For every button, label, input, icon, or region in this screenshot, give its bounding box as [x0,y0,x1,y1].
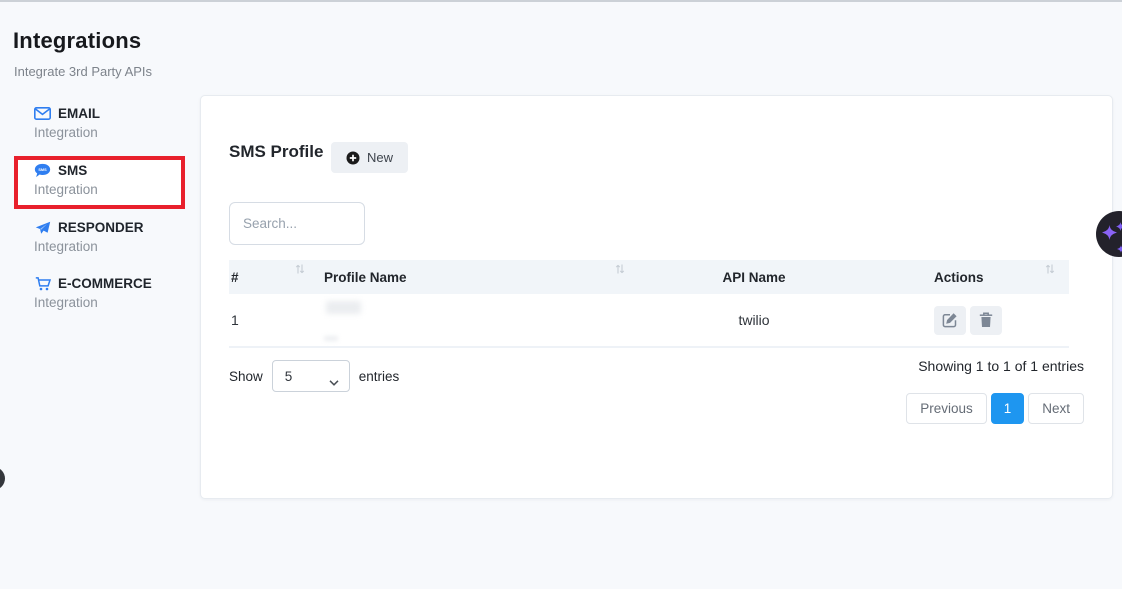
header-label: # [231,270,239,285]
sparkle-icon-tiny [1117,240,1122,257]
sidebar-item-title: EMAIL [34,106,189,121]
entries-label: entries [359,369,400,384]
paper-plane-icon [34,221,51,235]
page-size-value: 5 [285,369,293,384]
sparkle-icon-small [1116,218,1122,236]
page-subtitle: Integrate 3rd Party APIs [14,64,152,79]
header-actions[interactable]: Actions [869,260,1069,294]
sidebar-item-responder[interactable]: RESPONDER Integration [34,220,189,254]
header-label: Profile Name [324,270,407,285]
sidebar-item-sublabel: Integration [34,239,189,254]
cell-actions [869,294,1069,346]
table-row: 1 twilio [229,294,1069,348]
sidebar-item-label: RESPONDER [58,220,144,235]
pagination: Previous 1 Next [906,393,1084,424]
sidebar-item-sublabel: Integration [34,125,189,140]
redacted-profile-name-smudge [324,336,338,341]
plus-circle-icon [346,151,360,165]
sidebar-item-title: SMS SMS [34,163,189,178]
integrations-page: Integrations Integrate 3rd Party APIs EM… [0,0,1122,589]
sparkle-icon [1102,225,1117,245]
sidebar-item-label: EMAIL [58,106,100,121]
sidebar-item-ecommerce[interactable]: E-COMMERCE Integration [34,276,189,310]
header-label: Actions [934,270,984,285]
cell-api-name: twilio [639,294,869,346]
previous-page-button[interactable]: Previous [906,393,987,424]
cell-index: 1 [229,294,319,346]
header-label: API Name [722,270,785,285]
page-title: Integrations [13,28,141,54]
sidebar-item-title: E-COMMERCE [34,276,189,291]
new-button[interactable]: New [331,142,408,173]
sms-profile-card: SMS Profile New # Profile Name [200,95,1113,499]
delete-button[interactable] [970,306,1002,335]
svg-text:SMS: SMS [38,168,47,172]
sort-icon [615,263,625,278]
show-label: Show [229,369,263,384]
shopping-cart-icon [34,277,51,291]
table-info-text: Showing 1 to 1 of 1 entries [918,358,1084,374]
sms-profile-table: # Profile Name API Name Actions [229,260,1069,348]
left-edge-widget-handle[interactable] [0,467,5,490]
sidebar-item-title: RESPONDER [34,220,189,235]
sidebar-item-email[interactable]: EMAIL Integration [34,106,189,140]
edit-pencil-icon [942,312,958,328]
header-index[interactable]: # [229,260,319,294]
sidebar-item-label: SMS [58,163,87,178]
trash-icon [979,312,993,328]
header-profile-name[interactable]: Profile Name [319,260,639,294]
cell-profile-name [319,294,639,346]
page-length-control: Show 5 entries [229,360,399,392]
page-size-select[interactable]: 5 [272,360,350,392]
current-page-button[interactable]: 1 [991,393,1025,424]
card-title: SMS Profile [229,142,323,162]
sidebar-item-label: E-COMMERCE [58,276,152,291]
sidebar-item-sms[interactable]: SMS SMS Integration [34,163,189,197]
sidebar-item-sublabel: Integration [34,295,189,310]
redacted-profile-name [326,301,361,314]
sidebar-item-sublabel: Integration [34,182,189,197]
sort-icon [295,263,305,278]
sms-chat-icon: SMS [34,163,51,178]
header-api-name[interactable]: API Name [639,260,869,294]
next-page-button[interactable]: Next [1028,393,1084,424]
envelope-icon [34,107,51,120]
sort-icon [1045,263,1055,278]
table-header-row: # Profile Name API Name Actions [229,260,1069,294]
search-input[interactable] [229,202,365,245]
new-button-label: New [367,150,393,165]
chevron-down-icon [329,374,339,389]
edit-button[interactable] [934,306,966,335]
